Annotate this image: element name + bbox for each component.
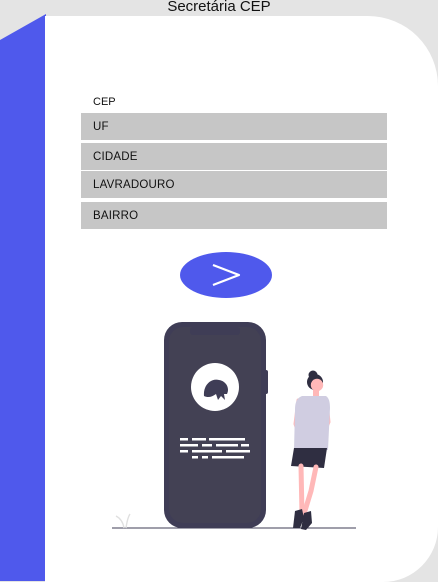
- submit-button[interactable]: [180, 252, 272, 298]
- lavradouro-field[interactable]: LAVRADOURO: [81, 171, 387, 198]
- bairro-field[interactable]: BAIRRO: [81, 202, 387, 229]
- phone-woman-illustration: [112, 322, 356, 530]
- cidade-field[interactable]: CIDADE: [81, 143, 387, 170]
- arrow-right-icon: [212, 263, 241, 287]
- uf-field[interactable]: UF: [81, 113, 387, 140]
- cep-field[interactable]: CEP: [93, 96, 116, 108]
